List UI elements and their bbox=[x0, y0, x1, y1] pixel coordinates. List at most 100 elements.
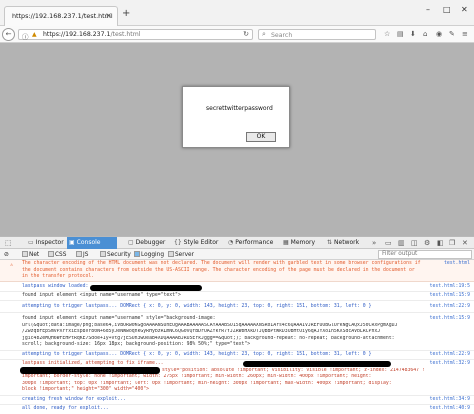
undock-icon[interactable]: ❐ bbox=[449, 239, 455, 247]
console-output[interactable]: ⚠ The character encoding of the HTML doc… bbox=[0, 260, 474, 414]
tab-label: Inspector bbox=[35, 239, 64, 246]
filter-output-input[interactable]: Filter output bbox=[378, 250, 472, 259]
pocket-icon[interactable]: ◉ bbox=[436, 30, 442, 38]
tab-label: Console bbox=[76, 239, 101, 246]
url-bar[interactable]: ⓘ ▲ https://192.168.237.1/test.html ↻ bbox=[18, 29, 253, 41]
console-line: creating fresh window for exploit... bbox=[22, 397, 126, 402]
filter-server-button[interactable]: Server bbox=[168, 250, 195, 259]
lock-warning-icon[interactable]: ▲ bbox=[32, 31, 37, 38]
tab-title: https://192.168.237.1/test.html bbox=[12, 12, 113, 20]
source-link[interactable]: test.html:22:9 bbox=[430, 352, 470, 359]
url-text: https://192.168.237.1/test.html bbox=[43, 31, 140, 38]
search-icon: ⌕ bbox=[262, 30, 266, 38]
tab-network[interactable]: ⇅ Network bbox=[325, 237, 365, 249]
title-bar: https://192.168.237.1/test.html × + – □ … bbox=[0, 0, 474, 26]
url-path: /test.html bbox=[110, 31, 141, 38]
source-link[interactable]: test.html:32:9 bbox=[430, 361, 470, 368]
close-window-icon[interactable]: ✕ bbox=[461, 5, 468, 14]
redaction-bar bbox=[243, 361, 391, 367]
star-icon[interactable]: ☆ bbox=[384, 30, 390, 38]
console-line: all done, ready for exploit... bbox=[22, 406, 109, 411]
close-tab-icon[interactable]: × bbox=[105, 11, 112, 20]
console-icon: ▣ bbox=[69, 239, 75, 246]
dock-side-icon[interactable]: ◧ bbox=[437, 239, 444, 247]
toolbox-icon[interactable]: ▭ bbox=[385, 239, 392, 247]
filter-label: Server bbox=[175, 251, 195, 258]
more-tools-icon[interactable]: » bbox=[372, 239, 376, 247]
filter-label: Logging bbox=[141, 251, 164, 258]
browser-tab[interactable]: https://192.168.237.1/test.html × bbox=[4, 6, 118, 26]
tab-performance[interactable]: ◔ Performance bbox=[226, 237, 276, 249]
search-placeholder: Search bbox=[271, 31, 293, 39]
navigation-bar: ← ⓘ ▲ https://192.168.237.1/test.html ↻ … bbox=[0, 26, 474, 43]
source-link[interactable]: test.html:15:9 bbox=[430, 316, 470, 323]
settings-icon[interactable]: ⚙ bbox=[424, 239, 430, 247]
back-icon[interactable]: ← bbox=[2, 28, 15, 41]
filter-net-button[interactable]: Net bbox=[22, 250, 39, 259]
source-link[interactable]: test.html:15:9 bbox=[430, 293, 470, 300]
reading-list-icon[interactable]: ▤ bbox=[397, 30, 404, 38]
source-link[interactable]: test.html:34:9 bbox=[430, 397, 470, 404]
filter-js-button[interactable]: JS bbox=[76, 250, 88, 259]
redaction-bar bbox=[20, 367, 160, 374]
menu-icon[interactable]: ≡ bbox=[462, 30, 468, 38]
new-tab-icon[interactable]: + bbox=[122, 9, 130, 19]
clear-console-icon[interactable]: ⊘ bbox=[4, 251, 9, 259]
pick-element-icon[interactable]: ⬚ bbox=[5, 239, 12, 247]
warning-icon: ⚠ bbox=[10, 262, 14, 268]
tab-label: Performance bbox=[235, 239, 274, 246]
source-link[interactable]: test.html bbox=[444, 261, 470, 268]
tab-label: Memory bbox=[290, 239, 316, 246]
console-line: attempting to trigger lastpass... DOMRec… bbox=[22, 352, 372, 357]
row-separator bbox=[0, 359, 474, 360]
filter-css-button[interactable]: CSS bbox=[48, 250, 67, 259]
reload-icon[interactable]: ↻ bbox=[243, 30, 249, 38]
filter-label: Security bbox=[107, 251, 131, 258]
filter-label: CSS bbox=[55, 251, 67, 258]
tab-console[interactable]: ▣ Console bbox=[67, 237, 117, 249]
row-separator bbox=[0, 350, 474, 351]
network-icon: ⇅ bbox=[327, 239, 333, 246]
row-separator bbox=[0, 395, 474, 396]
console-line: /2wzqbFEpSmvPXrfxiEsp8Vr80N+6d5yJeNWwoqh… bbox=[22, 329, 381, 335]
row-separator bbox=[0, 291, 474, 292]
console-line: found input element <input name="usernam… bbox=[22, 316, 216, 321]
ok-button[interactable]: OK bbox=[246, 132, 276, 142]
console-line: block !important;" height="300" width="4… bbox=[22, 387, 150, 393]
console-line: url(&quot;data:image/png;base64,iVBORw0K… bbox=[22, 322, 398, 328]
devtools-toolbar: ⬚ ▭ Inspector ▣ Console ▢ Debugger {} Style … bbox=[0, 236, 474, 249]
filter-logging-button[interactable]: Logging bbox=[134, 250, 164, 259]
tab-label: Style Editor bbox=[183, 239, 219, 246]
home-icon[interactable]: ⌂ bbox=[423, 30, 427, 38]
console-line: lastpass window loaded: bbox=[22, 284, 89, 289]
source-link[interactable]: test.html:40:9 bbox=[430, 406, 470, 413]
source-link[interactable]: test.html:22:9 bbox=[430, 304, 470, 311]
responsive-icon[interactable]: ◫ bbox=[411, 239, 418, 247]
console-line: in the transfer protocol. bbox=[22, 274, 95, 280]
download-icon[interactable]: ⬇ bbox=[410, 30, 416, 38]
tab-style-editor[interactable]: {} Style Editor bbox=[172, 237, 222, 249]
style-editor-icon: {} bbox=[174, 239, 182, 246]
extension-icon[interactable]: ✎ bbox=[449, 30, 455, 38]
alert-message: secrettwitterpassword bbox=[206, 105, 273, 112]
tab-label: Network bbox=[334, 239, 360, 246]
console-line: style="position: absolute !important; vi… bbox=[162, 367, 425, 373]
minimize-icon[interactable]: – bbox=[426, 5, 430, 14]
maximize-icon[interactable]: □ bbox=[443, 5, 451, 14]
source-link[interactable]: test.html:19:5 bbox=[430, 284, 470, 291]
tab-debugger[interactable]: ▢ Debugger bbox=[126, 237, 168, 249]
memory-icon: ▦ bbox=[283, 239, 289, 246]
performance-icon: ◔ bbox=[228, 239, 234, 246]
filter-security-button[interactable]: Security bbox=[100, 250, 131, 259]
tab-memory[interactable]: ▦ Memory bbox=[281, 237, 319, 249]
console-line: The character encoding of the HTML docum… bbox=[22, 261, 421, 266]
close-devtools-icon[interactable]: ✕ bbox=[462, 239, 468, 247]
info-icon[interactable]: ⓘ bbox=[22, 31, 29, 41]
frames-icon[interactable]: ▥ bbox=[398, 239, 405, 247]
console-line: scroll; background-size: 16px 18px; back… bbox=[22, 342, 251, 348]
alert-dialog: secrettwitterpassword OK bbox=[182, 86, 290, 148]
tab-inspector[interactable]: ▭ Inspector bbox=[26, 237, 66, 249]
search-bar[interactable]: ⌕ Search bbox=[258, 29, 376, 40]
console-filter-bar: ⊘ Net CSS JS Security Logging Server Fil… bbox=[0, 249, 474, 260]
page-content: secrettwitterpassword OK bbox=[0, 43, 474, 236]
